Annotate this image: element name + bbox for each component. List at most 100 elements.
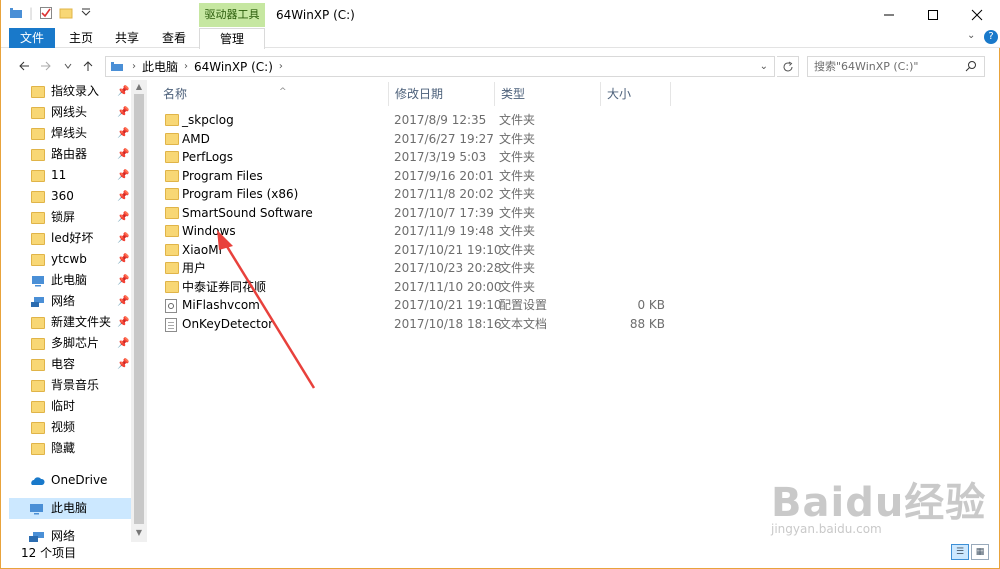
- folder-icon: [31, 421, 45, 434]
- sidebar-item-背景音乐[interactable]: 背景音乐: [31, 375, 131, 396]
- refresh-button[interactable]: [777, 56, 799, 77]
- title-bar: | 驱动器工具 64WinXP (C:): [1, 0, 1000, 30]
- pin-icon[interactable]: 📌: [117, 102, 129, 123]
- column-header-date[interactable]: 修改日期: [389, 82, 495, 106]
- properties-icon[interactable]: [39, 6, 53, 20]
- pin-icon[interactable]: 📌: [117, 291, 129, 312]
- sidebar-item-网线头[interactable]: 网线头 📌: [31, 102, 131, 123]
- pin-icon[interactable]: 📌: [117, 165, 129, 186]
- minimize-button[interactable]: [867, 0, 911, 30]
- sidebar-item-焊线头[interactable]: 焊线头 📌: [31, 123, 131, 144]
- pin-icon[interactable]: 📌: [117, 81, 129, 102]
- scrollbar-thumb[interactable]: [134, 94, 144, 524]
- pin-icon[interactable]: 📌: [117, 270, 129, 291]
- table-row[interactable]: 用户 2017/10/23 20:28 文件夹: [165, 259, 705, 277]
- back-button[interactable]: [15, 56, 33, 76]
- details-view-icon: ☰: [955, 547, 965, 557]
- tab-manage[interactable]: 管理: [199, 28, 265, 49]
- item-count: 12 个项目: [21, 546, 77, 560]
- large-icons-view-button[interactable]: ▦: [971, 544, 989, 560]
- table-row[interactable]: OnKeyDetector 2017/10/18 18:16 文本文档 88 KB: [165, 315, 705, 333]
- new-folder-icon[interactable]: [59, 6, 73, 20]
- recent-locations-button[interactable]: [59, 56, 77, 76]
- folder-icon: [31, 253, 45, 266]
- folder-icon: [31, 127, 45, 140]
- pin-icon[interactable]: 📌: [117, 228, 129, 249]
- up-button[interactable]: [79, 56, 97, 76]
- sidebar-item-led好坏[interactable]: led好坏 📌: [31, 228, 131, 249]
- close-button[interactable]: [955, 0, 999, 30]
- pin-icon[interactable]: 📌: [117, 123, 129, 144]
- sidebar-item-此电脑-pinned[interactable]: 此电脑 📌: [31, 270, 131, 291]
- sidebar-item-隐藏[interactable]: 隐藏: [31, 438, 131, 459]
- help-icon[interactable]: ?: [984, 30, 998, 44]
- folder-icon: [165, 207, 179, 219]
- sidebar-item-360[interactable]: 360 📌: [31, 186, 131, 207]
- back-arrow-icon: [19, 61, 29, 71]
- breadcrumb-chevron-icon[interactable]: ›: [184, 61, 188, 72]
- folder-icon: [165, 225, 179, 237]
- table-row[interactable]: PerfLogs 2017/3/19 5:03 文件夹: [165, 148, 705, 166]
- navigation-scrollbar[interactable]: ▲ ▼: [131, 80, 147, 542]
- expand-ribbon-chevron-icon[interactable]: ⌄: [967, 30, 975, 41]
- maximize-button[interactable]: [911, 0, 955, 30]
- folder-icon: [165, 281, 179, 293]
- table-row[interactable]: Program Files (x86) 2017/11/8 20:02 文件夹: [165, 185, 705, 203]
- pin-icon[interactable]: 📌: [117, 354, 129, 375]
- search-icon[interactable]: [965, 60, 977, 75]
- sidebar-item-新建文件夹[interactable]: 新建文件夹 📌: [31, 312, 131, 333]
- pin-icon[interactable]: 📌: [117, 312, 129, 333]
- column-header-size[interactable]: 大小: [601, 82, 671, 106]
- table-row[interactable]: 中泰证券同花顺 2017/11/10 20:00 文件夹: [165, 278, 705, 296]
- forward-button[interactable]: [37, 56, 55, 76]
- sidebar-item-视频[interactable]: 视频: [31, 417, 131, 438]
- tab-home[interactable]: 主页: [61, 28, 101, 48]
- pin-icon[interactable]: 📌: [117, 207, 129, 228]
- table-row[interactable]: Program Files 2017/9/16 20:01 文件夹: [165, 167, 705, 185]
- table-row[interactable]: Windows 2017/11/9 19:48 文件夹: [165, 222, 705, 240]
- sidebar-item-onedrive[interactable]: OneDrive: [29, 470, 129, 491]
- column-header-name[interactable]: 名称 ^: [157, 82, 389, 106]
- breadcrumb-drive[interactable]: 64WinXP (C:): [194, 60, 273, 74]
- explorer-app-icon[interactable]: [9, 6, 23, 20]
- tab-share[interactable]: 共享: [107, 28, 147, 48]
- pin-icon[interactable]: 📌: [117, 249, 129, 270]
- folder-icon: [165, 188, 179, 200]
- network-icon: [29, 531, 44, 542]
- table-row[interactable]: SmartSound Software 2017/10/7 17:39 文件夹: [165, 204, 705, 222]
- sidebar-item-锁屏[interactable]: 锁屏 📌: [31, 207, 131, 228]
- pin-icon[interactable]: 📌: [117, 144, 129, 165]
- sidebar-item-11[interactable]: 11 📌: [31, 165, 131, 186]
- sidebar-item-电容[interactable]: 电容 📌: [31, 354, 131, 375]
- table-row[interactable]: AMD 2017/6/27 19:27 文件夹: [165, 130, 705, 148]
- sidebar-item-多脚芯片[interactable]: 多脚芯片 📌: [31, 333, 131, 354]
- sidebar-item-this-pc[interactable]: 此电脑: [9, 498, 131, 519]
- folder-icon: [31, 169, 45, 182]
- customize-qat-chevron-icon[interactable]: [79, 6, 93, 20]
- tab-view[interactable]: 查看: [154, 28, 194, 48]
- table-row[interactable]: _skpclog 2017/8/9 12:35 文件夹: [165, 111, 705, 129]
- sidebar-item-临时[interactable]: 临时: [31, 396, 131, 417]
- folder-icon: [31, 190, 45, 203]
- sidebar-item-指纹录入[interactable]: 指纹录入 📌: [31, 81, 131, 102]
- folder-icon: [31, 442, 45, 455]
- sidebar-item-网络-pinned[interactable]: 网络 📌: [31, 291, 131, 312]
- sidebar-item-路由器[interactable]: 路由器 📌: [31, 144, 131, 165]
- breadcrumb-this-pc[interactable]: 此电脑: [142, 58, 178, 75]
- table-row[interactable]: MiFlashvcom 2017/10/21 19:10 配置设置 0 KB: [165, 296, 705, 314]
- breadcrumb-chevron-icon[interactable]: ›: [279, 61, 283, 72]
- column-header-type[interactable]: 类型: [495, 82, 601, 106]
- scroll-down-arrow-icon[interactable]: ▼: [134, 528, 144, 540]
- pin-icon[interactable]: 📌: [117, 333, 129, 354]
- breadcrumb-chevron-icon[interactable]: ›: [132, 61, 136, 72]
- pin-icon[interactable]: 📌: [117, 186, 129, 207]
- refresh-icon: [783, 61, 792, 71]
- sidebar-item-ytcwb[interactable]: ytcwb 📌: [31, 249, 131, 270]
- tab-file[interactable]: 文件: [9, 28, 55, 48]
- details-view-button[interactable]: ☰: [951, 544, 969, 560]
- address-history-chevron-icon[interactable]: ⌄: [760, 61, 768, 72]
- table-row[interactable]: XiaoMi 2017/10/21 19:10 文件夹: [165, 241, 705, 259]
- search-input[interactable]: 搜索"64WinXP (C:)": [807, 56, 985, 77]
- address-bar[interactable]: › 此电脑 › 64WinXP (C:) › ⌄: [105, 56, 775, 77]
- scroll-up-arrow-icon[interactable]: ▲: [134, 82, 144, 94]
